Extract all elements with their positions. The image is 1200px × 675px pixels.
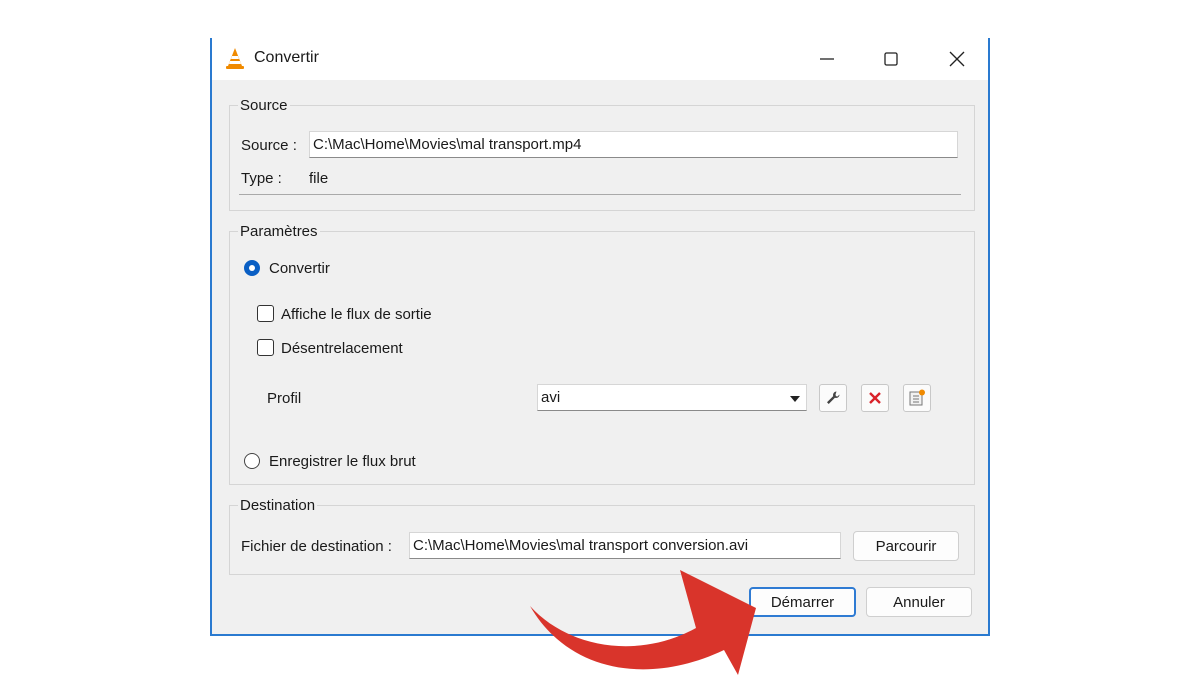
convert-radio[interactable] <box>244 260 260 276</box>
type-label: Type : <box>241 170 282 187</box>
destination-group-title: Destination <box>238 497 318 514</box>
type-value: file <box>309 170 329 187</box>
raw-dump-label: Enregistrer le flux brut <box>269 453 416 470</box>
show-output-checkbox[interactable] <box>257 305 274 322</box>
source-input[interactable]: C:\Mac\Home\Movies\mal transport.mp4 <box>309 131 958 158</box>
chevron-down-icon <box>790 396 800 402</box>
source-group-title: Source <box>238 97 290 114</box>
start-button[interactable]: Démarrer <box>749 587 856 617</box>
parameters-group-title: Paramètres <box>238 223 320 240</box>
red-x-icon <box>869 392 881 404</box>
profile-select[interactable]: avi <box>537 384 807 411</box>
edit-profile-button[interactable] <box>819 384 847 412</box>
minimize-icon <box>820 58 834 60</box>
deinterlace-label: Désentrelacement <box>281 340 403 357</box>
source-label: Source : <box>241 137 297 154</box>
profile-select-value: avi <box>541 389 561 406</box>
red-curved-arrow-icon <box>530 570 756 675</box>
convert-radio-label: Convertir <box>269 260 330 277</box>
vlc-cone-icon <box>226 48 244 69</box>
source-divider <box>239 194 961 195</box>
window-title: Convertir <box>254 49 319 66</box>
show-output-label: Affiche le flux de sortie <box>281 306 432 323</box>
cancel-button[interactable]: Annuler <box>866 587 972 617</box>
minimize-button[interactable] <box>804 38 850 80</box>
close-icon <box>949 51 965 67</box>
destination-input[interactable]: C:\Mac\Home\Movies\mal transport convers… <box>409 532 841 559</box>
convert-dialog: Convertir Source Source : C:\Mac\Home\Mo… <box>210 38 990 636</box>
destination-label: Fichier de destination : <box>241 538 392 555</box>
delete-profile-button[interactable] <box>861 384 889 412</box>
wrench-icon <box>827 391 840 404</box>
close-window-button[interactable] <box>934 38 980 80</box>
maximize-button[interactable] <box>868 38 914 80</box>
browse-button[interactable]: Parcourir <box>853 531 959 561</box>
parameters-group <box>229 231 975 485</box>
maximize-icon <box>884 52 898 66</box>
new-profile-button[interactable] <box>903 384 931 412</box>
raw-dump-radio[interactable] <box>244 453 260 469</box>
deinterlace-checkbox[interactable] <box>257 339 274 356</box>
title-bar: Convertir <box>212 38 988 80</box>
profile-label: Profil <box>267 390 302 407</box>
source-group <box>229 105 975 211</box>
new-profile-icon <box>909 389 925 406</box>
